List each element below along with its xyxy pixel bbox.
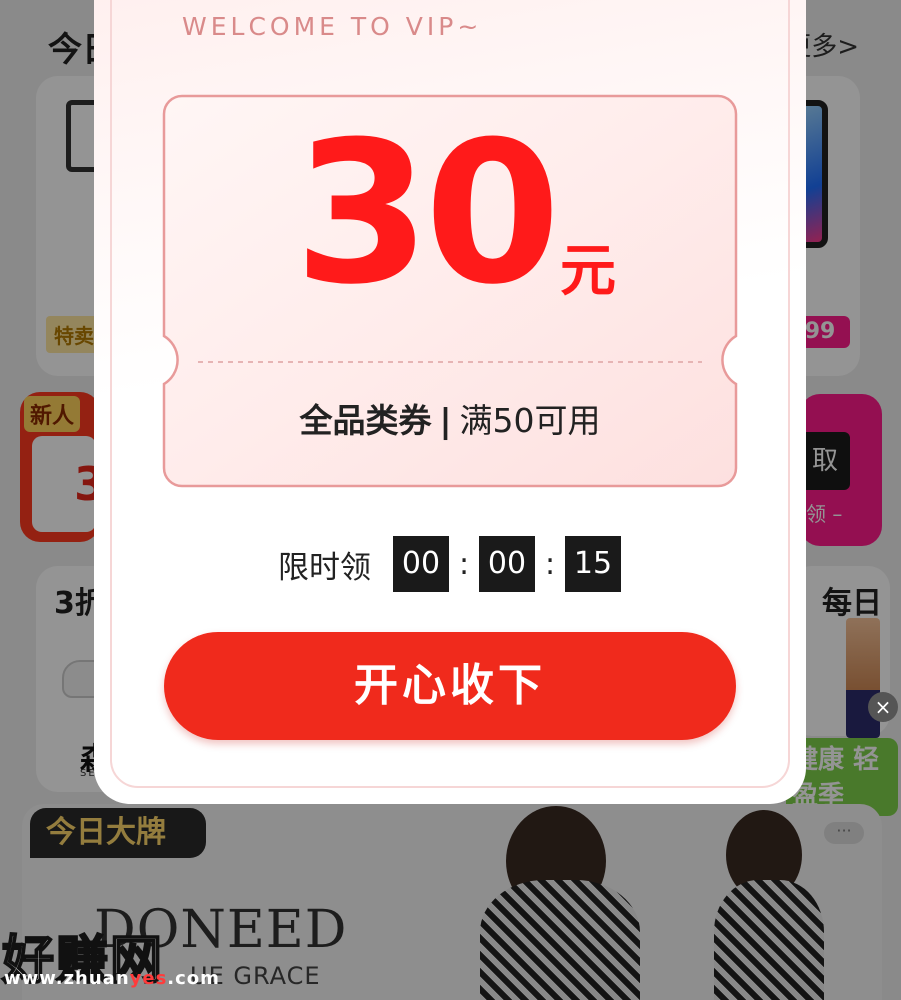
timer-colon: : <box>458 546 470 582</box>
timer-hours: 00 <box>393 536 449 592</box>
timer-label: 限时领 <box>278 549 371 586</box>
coupon-description: 全品类券 | 满50可用 <box>162 394 738 442</box>
countdown-timer: 限时领 00 : 00 : 15 <box>278 534 621 594</box>
coupon-ticket: 30 元 全品类券 | 满50可用 <box>162 94 738 488</box>
coupon-separator: | <box>439 401 452 440</box>
timer-colon: : <box>544 546 556 582</box>
accept-coupon-button[interactable]: 开心收下 <box>164 632 736 740</box>
welcome-text: WELCOME TO VIP~ <box>182 12 483 41</box>
timer-minutes: 00 <box>479 536 535 592</box>
coupon-unit: 元 <box>560 239 616 304</box>
watermark-url: www.zhuanyes.com <box>4 968 220 989</box>
watermark-url-pre: www.zhuan <box>4 968 130 989</box>
coupon-category: 全品类券 <box>299 401 432 440</box>
timer-seconds: 15 <box>565 536 621 592</box>
close-icon[interactable]: × <box>868 692 898 722</box>
watermark-url-yes: yes <box>129 968 168 989</box>
watermark-url-post: .com <box>167 968 220 989</box>
coupon-condition: 满50可用 <box>459 401 601 440</box>
coupon-amount: 30 <box>294 100 561 328</box>
